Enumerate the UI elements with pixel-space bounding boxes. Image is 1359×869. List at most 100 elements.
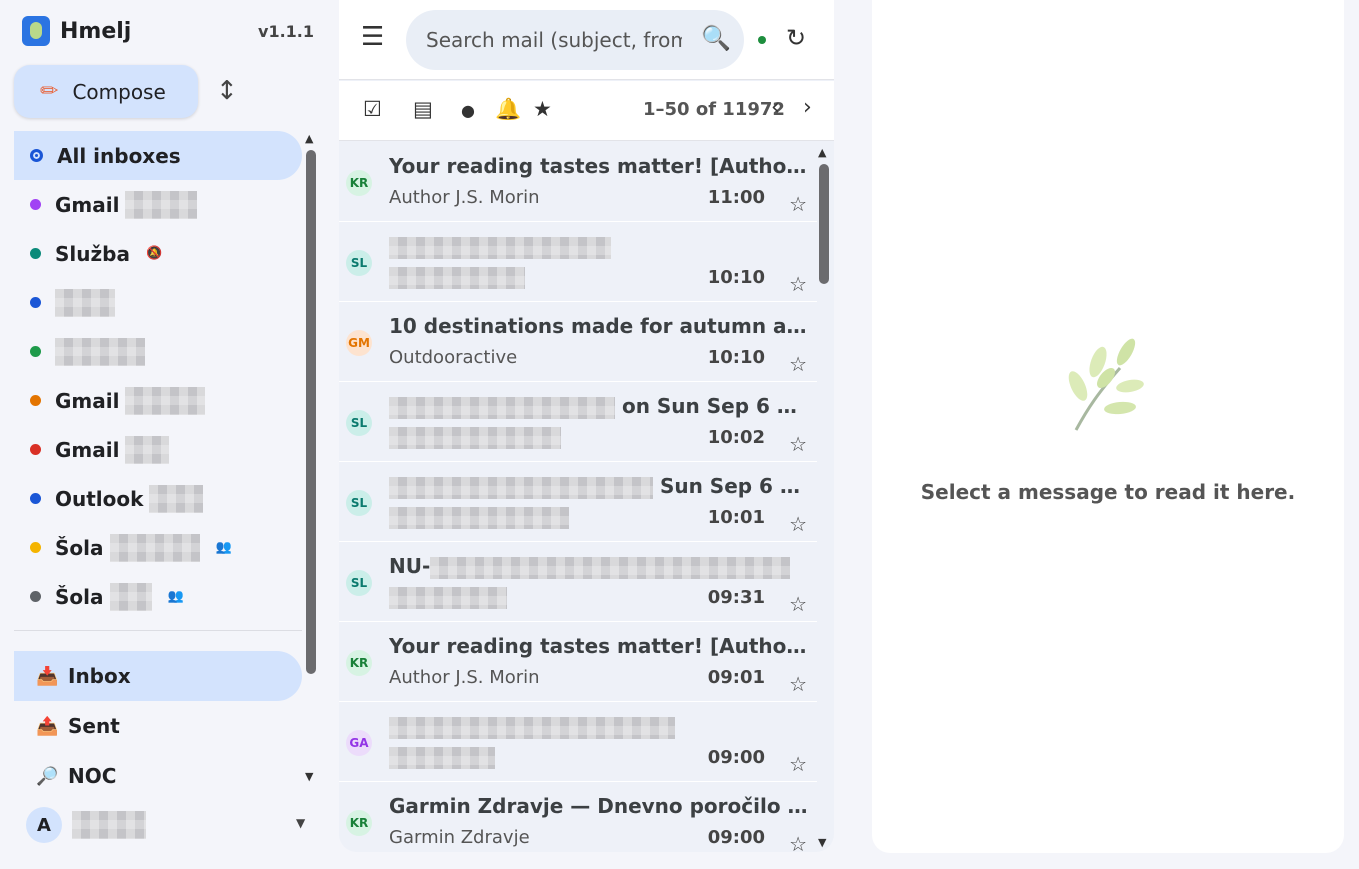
sidebar-account-3[interactable] bbox=[14, 278, 302, 327]
account-label: Outlook bbox=[55, 486, 144, 511]
list-view-icon[interactable]: ▤ bbox=[413, 97, 433, 121]
message-row[interactable]: SL 10:10 ☆ bbox=[339, 222, 817, 302]
sidebar-folder-2[interactable]: 🔎 NOC bbox=[14, 751, 302, 801]
user-name-redacted bbox=[72, 811, 146, 839]
message-time: 09:00 bbox=[707, 747, 765, 768]
sidebar-account-7[interactable]: Outlook bbox=[14, 474, 302, 523]
message-row[interactable]: KR Your reading tastes matter! [Author J.… bbox=[339, 142, 817, 222]
sidebar-account-4[interactable] bbox=[14, 327, 302, 376]
resize-vertical-icon[interactable]: ↕ bbox=[216, 76, 238, 106]
message-time: 09:01 bbox=[707, 667, 765, 688]
star-icon[interactable]: ☆ bbox=[789, 672, 807, 696]
sender-avatar: SL bbox=[346, 410, 372, 436]
sender-redacted bbox=[389, 587, 507, 609]
sidebar-account-9[interactable]: Šola 👥 bbox=[14, 572, 302, 621]
message-subject: on Sun Sep 6 10:00 bbox=[389, 394, 809, 419]
account-color-dot bbox=[30, 542, 41, 553]
search-icon[interactable]: 🔍 bbox=[701, 24, 731, 52]
sidebar-account-2[interactable]: Služba 🔕 bbox=[14, 229, 302, 278]
empty-state-message: Select a message to read it here. bbox=[920, 480, 1296, 504]
select-all-checkbox-icon[interactable]: ☑ bbox=[363, 97, 382, 121]
message-row[interactable]: KR Garmin Zdravje — Dnevno poročilo (2026… bbox=[339, 782, 817, 852]
sidebar-account-6[interactable]: Gmail bbox=[14, 425, 302, 474]
star-filter-icon[interactable]: ★ bbox=[533, 97, 552, 121]
message-row[interactable]: SL NU- 09:31 ☆ bbox=[339, 542, 817, 622]
sidebar-divider bbox=[14, 630, 302, 631]
sidebar-folder-1[interactable]: 📤 Sent bbox=[14, 701, 302, 751]
account-color-dot bbox=[30, 248, 41, 259]
refresh-icon[interactable]: ↻ bbox=[786, 24, 806, 52]
message-time: 09:31 bbox=[707, 587, 765, 608]
sender-avatar: SL bbox=[346, 570, 372, 596]
sidebar-account-1[interactable]: Gmail bbox=[14, 180, 302, 229]
sender-avatar: GM bbox=[346, 330, 372, 356]
user-switcher[interactable]: A bbox=[26, 807, 146, 843]
message-row[interactable]: KR Your reading tastes matter! [Author J.… bbox=[339, 622, 817, 702]
sidebar-folder-0[interactable]: 📥 Inbox bbox=[14, 651, 302, 701]
scroll-down-arrow-icon[interactable]: ▼ bbox=[305, 770, 313, 783]
star-icon[interactable]: ☆ bbox=[789, 432, 807, 456]
hamburger-menu-icon[interactable]: ☰ bbox=[361, 22, 384, 52]
list-scroll-down-arrow-icon[interactable]: ▼ bbox=[818, 836, 826, 849]
folder-label: Inbox bbox=[68, 664, 131, 688]
magnifier-icon: 🔎 bbox=[36, 765, 59, 787]
pencil-icon: ✏ bbox=[40, 79, 59, 104]
message-sender: Garmin Zdravje bbox=[389, 827, 530, 848]
sidebar-scrollbar-thumb[interactable] bbox=[306, 150, 316, 674]
hop-logo-icon bbox=[22, 16, 50, 46]
star-icon[interactable]: ☆ bbox=[789, 352, 807, 376]
message-time: 11:00 bbox=[707, 187, 765, 208]
star-icon[interactable]: ☆ bbox=[789, 272, 807, 296]
subject-redacted bbox=[389, 716, 675, 739]
previous-page-icon[interactable]: ‹ bbox=[771, 95, 780, 120]
sender-avatar: SL bbox=[346, 490, 372, 516]
message-sender bbox=[389, 267, 525, 289]
sidebar-account-8[interactable]: Šola 👥 bbox=[14, 523, 302, 572]
star-icon[interactable]: ☆ bbox=[789, 592, 807, 616]
star-icon[interactable]: ☆ bbox=[789, 512, 807, 536]
sender-redacted bbox=[389, 747, 495, 769]
sidebar-account-0[interactable]: All inboxes bbox=[14, 131, 302, 180]
search-bar: ☰ 🔍 ↻ bbox=[339, 0, 834, 80]
folder-label: Sent bbox=[68, 714, 120, 738]
message-sender bbox=[389, 427, 561, 449]
outbox-tray-icon: 📤 bbox=[36, 715, 59, 737]
folder-list: 📥 Inbox 📤 Sent 🔎 NOC bbox=[14, 651, 302, 801]
list-scroll-up-arrow-icon[interactable]: ▲ bbox=[818, 146, 826, 159]
sidebar: Hmelj v1.1.1 ✏ Compose ↕ All inboxes Gmai… bbox=[0, 0, 330, 869]
next-page-icon[interactable]: › bbox=[803, 95, 812, 120]
message-row[interactable]: SL Sun Sep 6 10:00 10:01 ☆ bbox=[339, 462, 817, 542]
star-icon[interactable]: ☆ bbox=[789, 192, 807, 216]
account-label: Služba bbox=[55, 241, 130, 266]
sender-avatar: KR bbox=[346, 170, 372, 196]
list-toolbar: ☑ ▤ ● 🔔 ★ 1–50 of 11972 ‹ › bbox=[339, 81, 834, 141]
message-sender: Author J.S. Morin bbox=[389, 187, 540, 208]
unread-filter-icon[interactable]: ● bbox=[461, 101, 475, 120]
message-sender bbox=[389, 747, 495, 769]
inbox-tray-icon: 📥 bbox=[36, 665, 59, 687]
account-label: Gmail bbox=[55, 192, 120, 217]
message-row[interactable]: GM 10 destinations made for autumn advent… bbox=[339, 302, 817, 382]
search-input[interactable] bbox=[406, 10, 744, 70]
user-avatar: A bbox=[26, 807, 62, 843]
bell-icon[interactable]: 🔔 bbox=[495, 97, 521, 122]
star-icon[interactable]: ☆ bbox=[789, 752, 807, 776]
message-time: 10:10 bbox=[707, 347, 765, 368]
caret-down-icon[interactable]: ▼ bbox=[296, 816, 305, 830]
shared-group-icon: 👥 bbox=[167, 589, 184, 604]
subject-text: NU- bbox=[389, 554, 431, 578]
message-time: 10:02 bbox=[707, 427, 765, 448]
compose-button[interactable]: ✏ Compose bbox=[14, 65, 198, 118]
sender-redacted bbox=[389, 267, 525, 289]
message-subject: 10 destinations made for autumn adventur… bbox=[389, 314, 809, 338]
sidebar-account-5[interactable]: Gmail bbox=[14, 376, 302, 425]
star-icon[interactable]: ☆ bbox=[789, 832, 807, 852]
sender-avatar: KR bbox=[346, 650, 372, 676]
scroll-up-arrow-icon[interactable]: ▲ bbox=[305, 132, 313, 145]
message-sender bbox=[389, 587, 507, 609]
message-sender: Outdooractive bbox=[389, 347, 518, 368]
message-row[interactable]: SL on Sun Sep 6 10:00 10:02 ☆ bbox=[339, 382, 817, 462]
message-row[interactable]: GA 09:00 ☆ bbox=[339, 702, 817, 782]
list-scrollbar-thumb[interactable] bbox=[819, 164, 829, 284]
account-color-dot bbox=[30, 591, 41, 602]
